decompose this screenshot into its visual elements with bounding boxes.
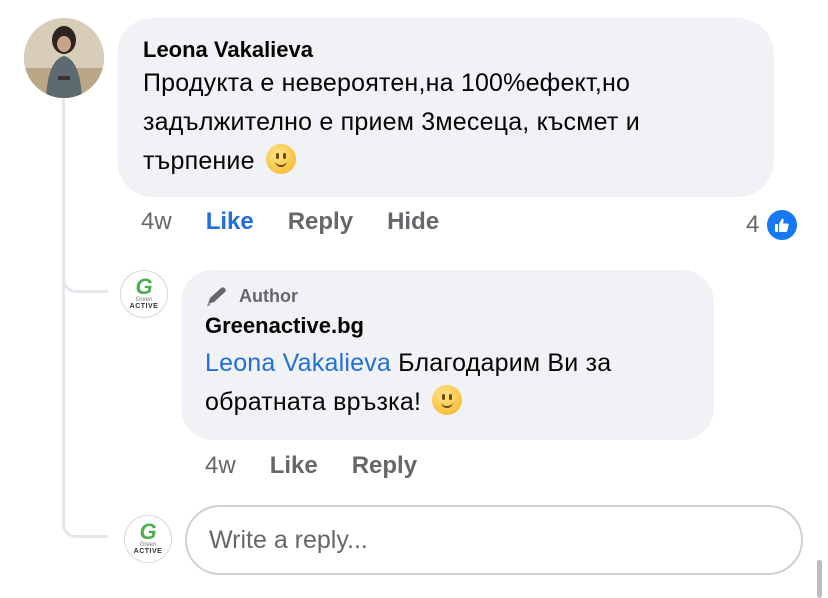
reply-text: Leona Vakalieva Благодарим Ви за обратна… xyxy=(205,344,690,422)
smiley-emoji-icon xyxy=(265,144,296,174)
page-logo-avatar[interactable]: G Green ACTIVE xyxy=(120,270,168,318)
logo-letter: G xyxy=(135,274,153,299)
reply-line-2: обратната връзка! xyxy=(205,383,690,422)
hide-button[interactable]: Hide xyxy=(387,208,439,236)
scrollbar[interactable] xyxy=(817,560,822,598)
avatar-photo-image xyxy=(24,18,104,98)
commenter-avatar[interactable] xyxy=(24,18,104,98)
reply-bubble: Author Greenactive.bg Leona Vakalieva Бл… xyxy=(181,270,714,440)
comment-line-1: Продукта е невероятен,на 100%ефект,но xyxy=(143,69,631,97)
comment-line-3: търпение xyxy=(143,142,748,181)
reply-timestamp[interactable]: 4w xyxy=(205,452,236,480)
like-button[interactable]: Like xyxy=(206,208,254,236)
author-badge-label: Author xyxy=(239,286,298,306)
reply-reply-button[interactable]: Reply xyxy=(352,452,417,480)
pen-icon xyxy=(207,287,226,306)
reply-author-name[interactable]: Greenactive.bg xyxy=(205,312,690,340)
thread-connector-composer xyxy=(62,490,108,538)
reply-actions: 4w Like Reply xyxy=(205,452,417,480)
reply-input[interactable]: Write a reply... xyxy=(185,505,803,575)
comment-line-2: задължително е прием 3месеца, късмет и xyxy=(143,108,640,136)
reply-like-button[interactable]: Like xyxy=(270,452,318,480)
thread-connector-reply xyxy=(62,245,108,293)
mention-link[interactable]: Leona Vakalieva xyxy=(205,349,391,377)
comment-timestamp[interactable]: 4w xyxy=(141,208,172,236)
thumbs-up-icon xyxy=(765,208,800,242)
reaction-summary[interactable]: 4 xyxy=(746,208,800,242)
comment-author-name[interactable]: Leona Vakalieva xyxy=(143,36,748,64)
reaction-count: 4 xyxy=(746,211,760,238)
logo-letter: G xyxy=(139,519,157,544)
logo-wordmark: ACTIVE xyxy=(129,303,159,310)
author-badge: Author xyxy=(205,284,690,308)
comment-line-3-text: търпение xyxy=(143,147,255,175)
reply-line-1: Leona Vakalieva Благодарим Ви за xyxy=(205,344,690,383)
logo-wordmark: ACTIVE xyxy=(133,548,163,555)
composer-avatar: G Green ACTIVE xyxy=(124,515,172,563)
reply-text-part-2: обратната връзка! xyxy=(205,388,422,416)
smiley-emoji-icon xyxy=(432,385,463,415)
reply-button[interactable]: Reply xyxy=(288,208,353,236)
comment-bubble: Leona Vakalieva Продукта е невероятен,на… xyxy=(117,18,774,197)
thread-line xyxy=(62,98,65,528)
comment-actions: 4w Like Reply Hide xyxy=(141,208,439,236)
reply-text-part-1: Благодарим Ви за xyxy=(398,349,612,377)
reply-input-placeholder: Write a reply... xyxy=(209,525,368,554)
comment-text: Продукта е невероятен,на 100%ефект,но за… xyxy=(143,64,748,181)
